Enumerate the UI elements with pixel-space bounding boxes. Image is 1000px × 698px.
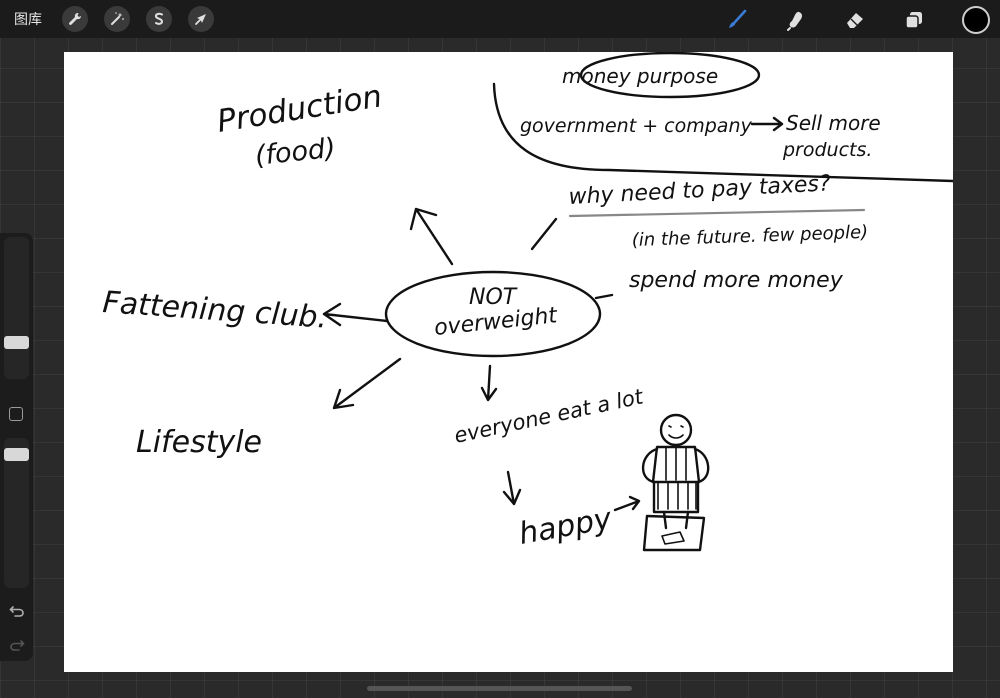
actions-wrench-button[interactable] xyxy=(62,6,88,32)
arrow-to-production xyxy=(409,207,454,266)
mind-map-sketch: Production (food) money purpose governme… xyxy=(101,52,953,552)
gallery-button[interactable]: 图库 xyxy=(14,9,42,29)
layers-icon xyxy=(905,12,922,29)
center-text-line1: NOT xyxy=(469,285,518,310)
center-text-line2: overweight xyxy=(433,303,560,341)
everyone-eat-text: everyone eat a lot xyxy=(452,384,646,448)
adjustments-wand-button[interactable] xyxy=(104,6,130,32)
brush-size-thumb[interactable] xyxy=(4,336,29,349)
arrow-down-to-happy xyxy=(502,470,522,506)
brush-button[interactable] xyxy=(724,7,750,33)
arrow-to-fattening xyxy=(322,302,389,327)
spend-more-text: spend more money xyxy=(629,268,844,293)
eraser-icon xyxy=(847,13,863,28)
gov-company-text: government + company xyxy=(520,115,752,137)
redo-button[interactable] xyxy=(8,637,26,653)
chubby-figure-drawing xyxy=(641,413,710,552)
wrench-icon xyxy=(69,12,82,25)
layers-button[interactable] xyxy=(901,7,927,33)
line-to-spend xyxy=(594,293,614,300)
arrow-to-sell xyxy=(750,116,784,132)
production-text: Production xyxy=(215,78,385,140)
eraser-button[interactable] xyxy=(842,7,868,33)
arrow-down-to-eat xyxy=(480,364,498,402)
modify-square-button[interactable] xyxy=(9,407,23,421)
arrow-to-lifestyle xyxy=(332,357,402,410)
smudge-finger-icon xyxy=(787,11,803,31)
home-indicator xyxy=(367,686,632,691)
brush-size-slider[interactable] xyxy=(4,237,29,379)
brush-icon xyxy=(729,9,747,28)
redo-icon xyxy=(10,640,25,651)
color-picker-button[interactable] xyxy=(962,6,990,34)
cursor-arrow-icon xyxy=(195,14,206,25)
products-text: products. xyxy=(782,139,872,161)
opacity-thumb[interactable] xyxy=(4,448,29,461)
why-taxes-text: why need to pay taxes? xyxy=(568,171,832,210)
money-purpose-text: money purpose xyxy=(562,64,718,88)
undo-button[interactable] xyxy=(8,603,26,619)
fattening-text: Fattening club. xyxy=(101,285,328,336)
right-toolbar xyxy=(691,6,990,34)
magic-wand-icon xyxy=(111,12,124,25)
line-to-taxes xyxy=(530,217,558,251)
lifestyle-text: Lifestyle xyxy=(136,425,262,460)
sell-more-text: Sell more xyxy=(786,111,881,135)
selection-button[interactable] xyxy=(146,6,172,32)
happy-text: happy xyxy=(516,501,615,552)
smudge-button[interactable] xyxy=(783,7,809,33)
selection-s-icon xyxy=(154,12,164,25)
undo-icon xyxy=(9,606,24,617)
top-toolbar: 图库 xyxy=(0,0,1000,38)
transform-arrow-button[interactable] xyxy=(188,6,214,32)
food-text: (food) xyxy=(253,133,337,172)
taxes-underline xyxy=(568,208,866,218)
arrow-to-figure xyxy=(613,495,641,512)
drawing-canvas[interactable]: Production (food) money purpose governme… xyxy=(64,52,953,672)
future-few-text: (in the future. few people) xyxy=(631,222,868,251)
left-sidebar xyxy=(0,233,33,661)
